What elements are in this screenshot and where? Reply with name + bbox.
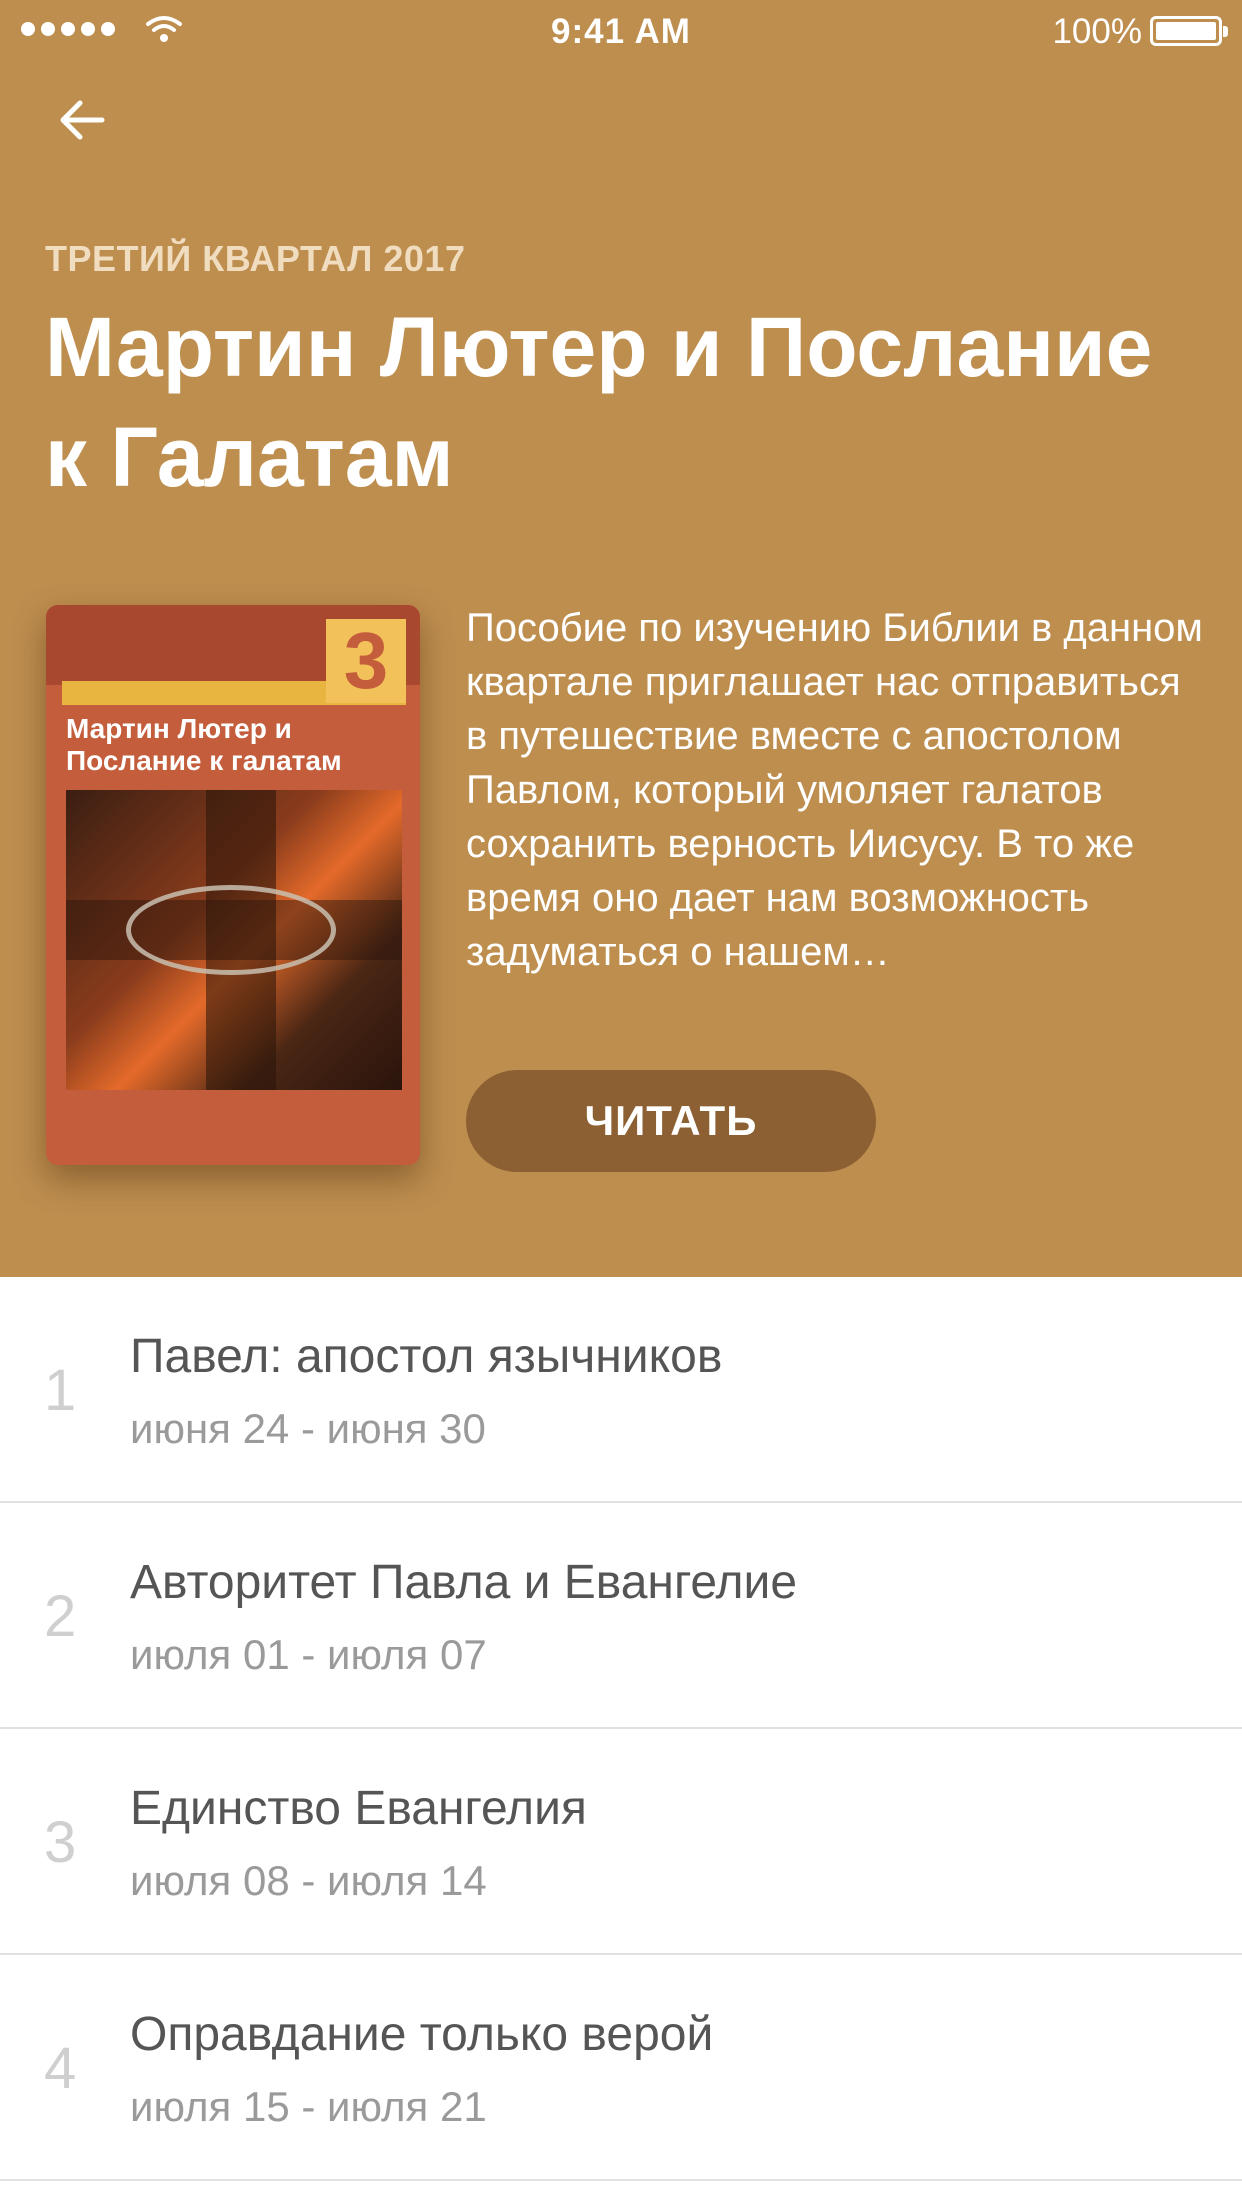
- lesson-title: Авторитет Павла и Евангелие: [130, 1556, 798, 1609]
- lesson-dates: июля 08 - июля 14: [130, 1857, 487, 1904]
- status-bar: 9:41 AM 100%: [0, 0, 1242, 60]
- quarterly-header: 9:41 AM 100% ТРЕТИЙ КВАРТАЛ 2017 Мартин …: [0, 0, 1242, 1277]
- lesson-item[interactable]: 2 Авторитет Павла и Евангелие июля 01 - …: [0, 1503, 1242, 1729]
- battery-icon: [1150, 16, 1228, 46]
- lesson-dates: июля 01 - июля 07: [130, 1631, 487, 1678]
- back-button[interactable]: [44, 82, 120, 158]
- lesson-title: Павел: апостол язычников: [130, 1330, 723, 1383]
- battery-percent: 100%: [1052, 12, 1142, 51]
- read-button[interactable]: ЧИТАТЬ: [466, 1070, 876, 1172]
- arrow-left-icon: [60, 100, 105, 140]
- cover-artwork: [66, 790, 402, 1090]
- quarterly-description: Пособие по изучению Библии в данном квар…: [466, 606, 1203, 974]
- lesson-title: Оправдание только верой: [130, 2008, 714, 2061]
- quarter-label: ТРЕТИЙ КВАРТАЛ 2017: [45, 238, 466, 279]
- lesson-title: Единство Евангелия: [130, 1782, 587, 1835]
- lesson-dates: июля 15 - июля 21: [130, 2083, 487, 2130]
- lesson-number: 2: [44, 1584, 77, 1649]
- lesson-item[interactable]: 4 Оправдание только верой июля 15 - июля…: [0, 1955, 1242, 2181]
- lesson-list: 1 Павел: апостол язычников июня 24 - июн…: [0, 1277, 1242, 2181]
- lesson-item[interactable]: 3 Единство Евангелия июля 08 - июля 14: [0, 1729, 1242, 1955]
- lesson-number: 1: [44, 1358, 77, 1423]
- quarterly-cover-image: 3 Мартин Лютер и Послание к галатам: [46, 605, 420, 1165]
- lesson-dates: июня 24 - июня 30: [130, 1405, 486, 1452]
- lesson-number: 3: [44, 1810, 77, 1875]
- crown-of-thorns-icon: [126, 885, 336, 975]
- lesson-number: 4: [44, 2036, 77, 2101]
- lesson-item[interactable]: 1 Павел: апостол язычников июня 24 - июн…: [0, 1277, 1242, 1503]
- quarterly-title: Мартин Лютер и Послание к Галатам: [45, 300, 1153, 504]
- cover-title: Мартин Лютер и Послание к галатам: [66, 713, 342, 776]
- cover-quarter-number: 3: [326, 619, 406, 703]
